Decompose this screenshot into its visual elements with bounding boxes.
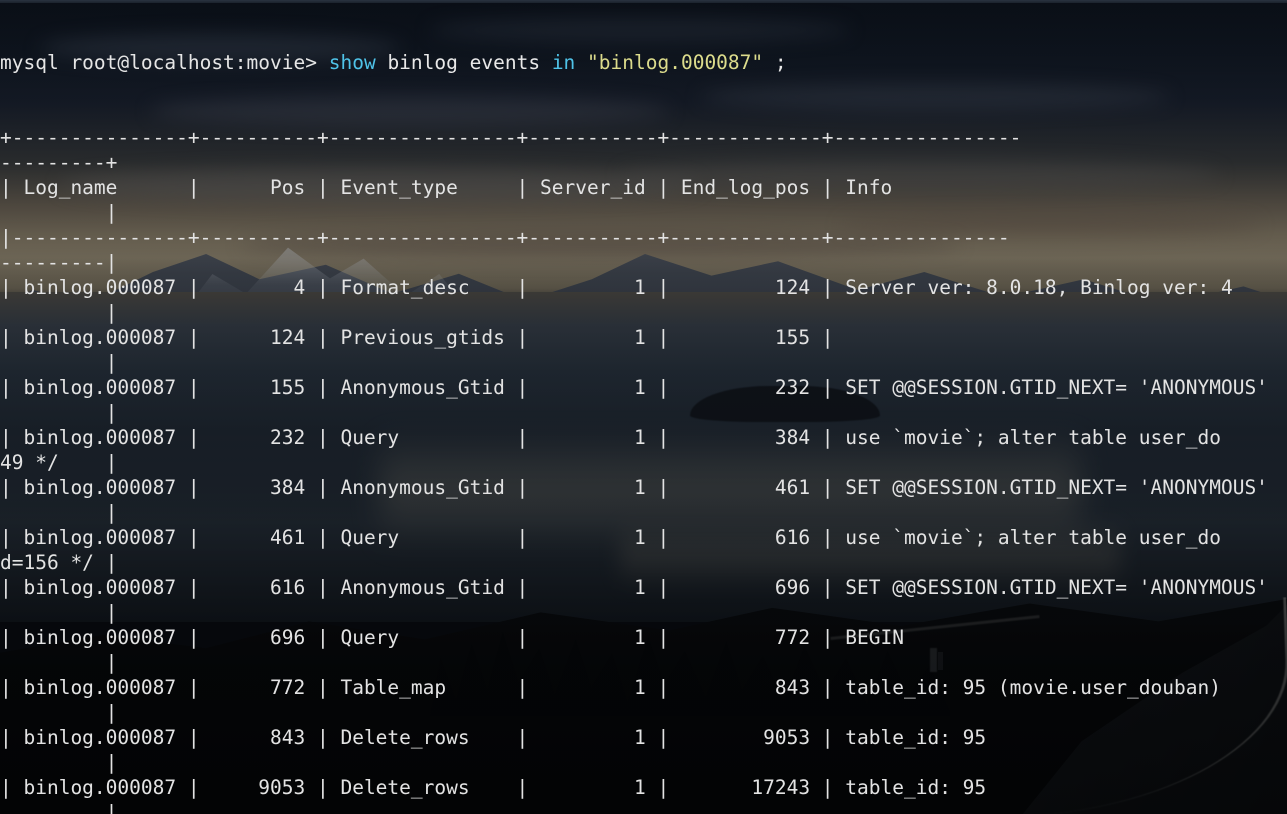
terminal-screen[interactable]: mysql root@localhost:movie> show binlog … xyxy=(0,0,1287,814)
terminal-output-line: | binlog.000087 | 232 | Query | 1 | 384 … xyxy=(0,426,1221,449)
command-token: in xyxy=(551,51,576,74)
terminal-output-line: | binlog.000087 | 461 | Query | 1 | 616 … xyxy=(0,526,1221,549)
terminal-output-line: | binlog.000087 | 616 | Anonymous_Gtid |… xyxy=(0,576,1268,599)
command-token: ; xyxy=(763,51,787,74)
terminal-output-line: | xyxy=(0,801,118,814)
terminal-output-line: | xyxy=(0,651,118,674)
terminal-output-line: | binlog.000087 | 384 | Anonymous_Gtid |… xyxy=(0,476,1268,499)
terminal-output-line: | xyxy=(0,351,118,374)
terminal-output-line: | xyxy=(0,601,118,624)
command-text: show binlog events in "binlog.000087" ; xyxy=(329,51,787,74)
command-token: show xyxy=(328,51,376,74)
terminal-output-line: 49 */ | xyxy=(0,451,118,474)
terminal-output-line: | binlog.000087 | 772 | Table_map | 1 | … xyxy=(0,676,1221,699)
command-prompt-line[interactable]: mysql root@localhost:movie> show binlog … xyxy=(0,50,1287,75)
terminal-output-line: | binlog.000087 | 9053 | Delete_rows | 1… xyxy=(0,776,987,799)
terminal-output-line: | binlog.000087 | 155 | Anonymous_Gtid |… xyxy=(0,376,1268,399)
terminal-output-line: | binlog.000087 | 696 | Query | 1 | 772 … xyxy=(0,626,904,649)
terminal-output: +---------------+----------+------------… xyxy=(0,125,1287,814)
terminal-output-line: | binlog.000087 | 124 | Previous_gtids |… xyxy=(0,326,834,349)
terminal-output-line: |---------------+----------+------------… xyxy=(0,226,1010,249)
terminal-output-line: +---------------+----------+------------… xyxy=(0,126,1022,149)
terminal-window[interactable]: mysql root@localhost:movie> show binlog … xyxy=(0,0,1287,814)
terminal-output-line: ---------+ xyxy=(0,151,118,174)
terminal-output-line: | xyxy=(0,301,118,324)
command-token: "binlog.000087" xyxy=(587,51,764,74)
terminal-output-line: | Log_name | Pos | Event_type | Server_i… xyxy=(0,176,1022,199)
window-title-bar[interactable] xyxy=(0,0,1287,3)
command-token: binlog events xyxy=(375,51,552,74)
terminal-output-line: | xyxy=(0,201,118,224)
terminal-output-line: ---------| xyxy=(0,251,118,274)
terminal-output-line: | xyxy=(0,751,118,774)
terminal-output-line: d=156 */ | xyxy=(0,551,118,574)
terminal-output-line: | xyxy=(0,401,118,424)
terminal-output-line: | xyxy=(0,701,118,724)
command-token xyxy=(575,51,587,74)
terminal-output-line: | binlog.000087 | 843 | Delete_rows | 1 … xyxy=(0,726,987,749)
shell-prompt: mysql root@localhost:movie> xyxy=(0,51,329,74)
terminal-output-line: | xyxy=(0,501,118,524)
terminal-output-line: | binlog.000087 | 4 | Format_desc | 1 | … xyxy=(0,276,1233,299)
